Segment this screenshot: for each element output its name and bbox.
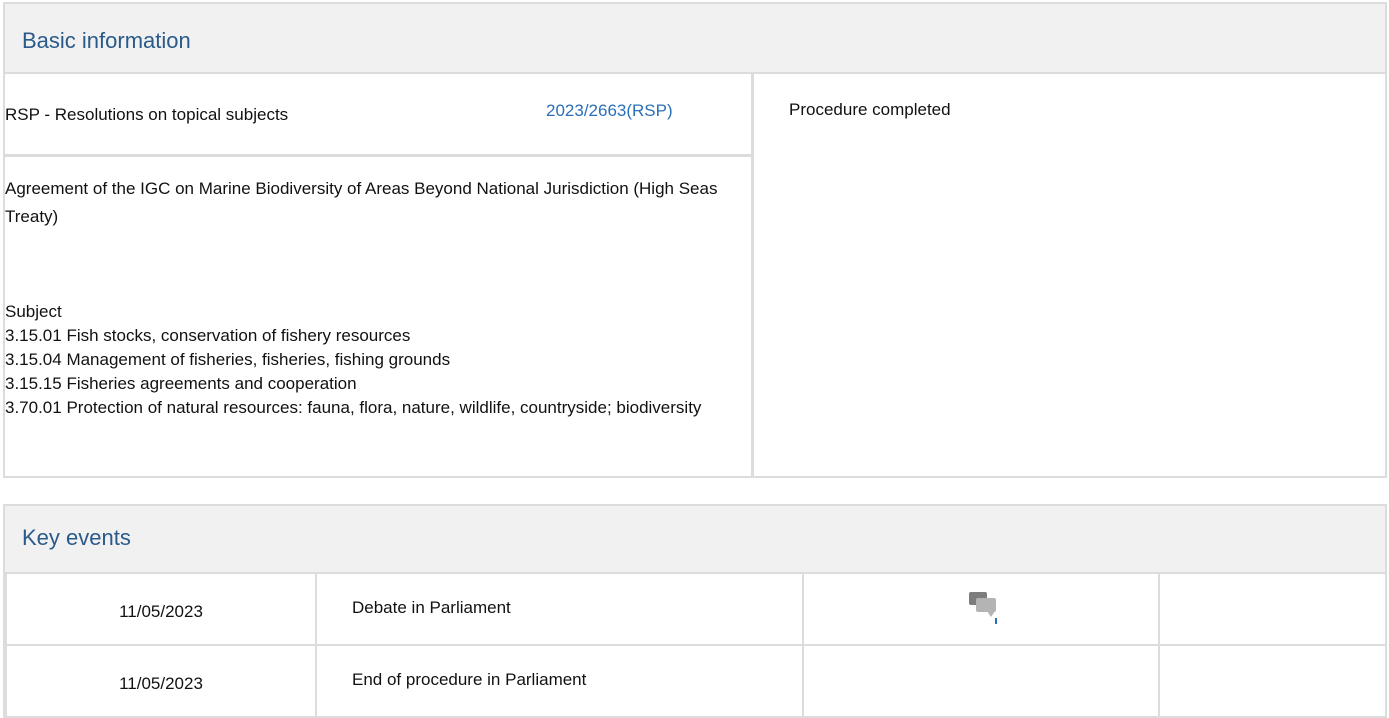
basic-information-panel: Basic information RSP - Resolutions on t…: [3, 2, 1387, 478]
procedure-reference-link[interactable]: 2023/2663(RSP): [546, 101, 673, 121]
subject-heading: Subject: [5, 302, 62, 321]
procedure-type-row: RSP - Resolutions on topical subjects 20…: [5, 74, 751, 157]
event-icon-cell: [802, 572, 1160, 646]
subject-item: 3.15.15 Fisheries agreements and coopera…: [5, 374, 357, 393]
procedure-title: Agreement of the IGC on Marine Biodivers…: [5, 179, 718, 226]
key-events-heading: Key events: [5, 506, 1385, 572]
event-extra-cell: [1158, 572, 1387, 646]
event-date: 11/05/2023: [5, 572, 317, 646]
subject-item: 3.15.04 Management of fisheries, fisheri…: [5, 350, 451, 369]
basic-information-body: RSP - Resolutions on topical subjects 20…: [5, 74, 1385, 478]
subject-block: Subject 3.15.01 Fish stocks, conservatio…: [5, 300, 745, 420]
event-name: End of procedure in Parliament: [315, 644, 804, 718]
debate-icon[interactable]: [965, 590, 997, 624]
procedure-details: RSP - Resolutions on topical subjects 20…: [5, 74, 754, 478]
table-row: 11/05/2023 End of procedure in Parliamen…: [5, 644, 1387, 718]
procedure-status: Procedure completed: [789, 100, 951, 119]
event-extra-cell: [1158, 644, 1387, 718]
subject-item: 3.70.01 Protection of natural resources:…: [5, 398, 702, 417]
basic-information-heading: Basic information: [5, 4, 1385, 74]
event-name: Debate in Parliament: [315, 572, 804, 646]
table-row: 11/05/2023 Debate in Parliament: [5, 572, 1387, 646]
event-icon-cell: [802, 644, 1160, 718]
key-events-panel: Key events 11/05/2023 Debate in Parliame…: [3, 504, 1387, 718]
event-date: 11/05/2023: [5, 644, 317, 718]
subject-item: 3.15.01 Fish stocks, conservation of fis…: [5, 326, 411, 345]
procedure-type: RSP - Resolutions on topical subjects: [5, 105, 289, 124]
key-events-table: 11/05/2023 Debate in Parliament 11/05/20…: [5, 572, 1387, 718]
